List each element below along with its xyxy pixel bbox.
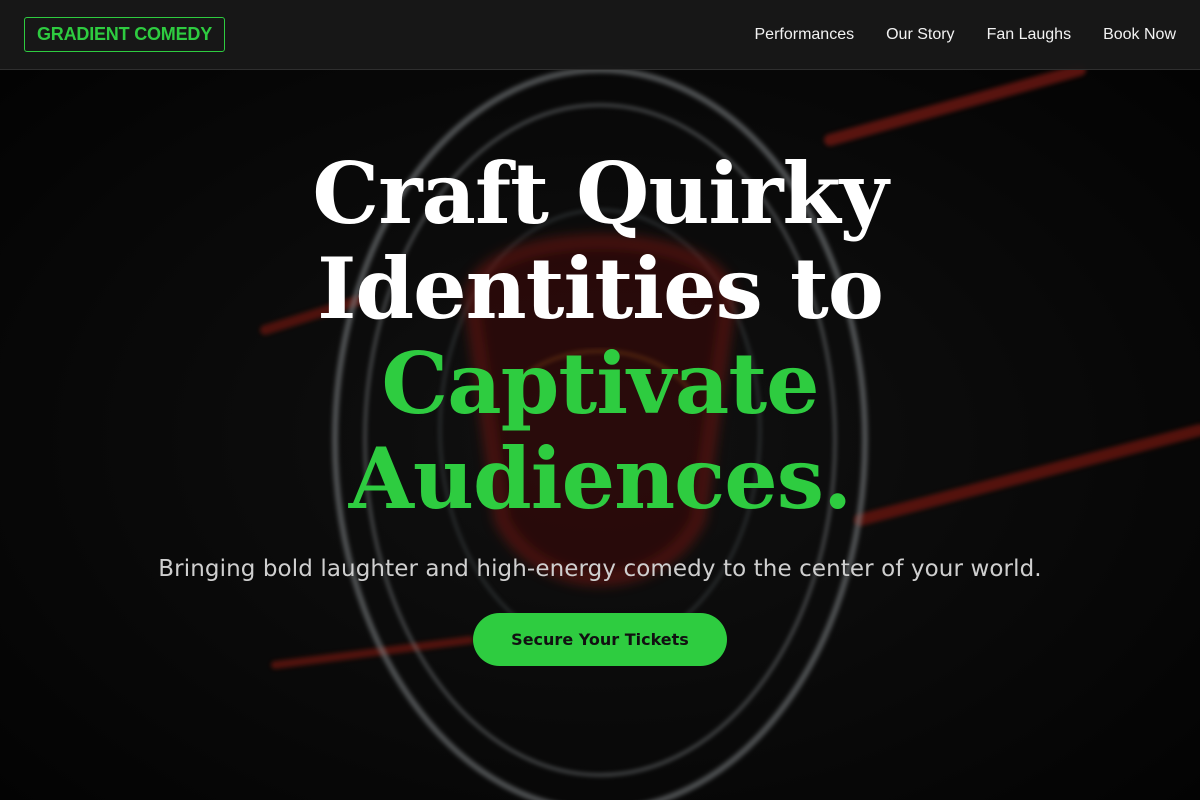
top-navbar: GRADIENT COMEDY Performances Our Story F… xyxy=(0,0,1200,70)
secure-tickets-button[interactable]: Secure Your Tickets xyxy=(473,613,727,666)
hero-section: Craft Quirky Identities to Captivate Aud… xyxy=(0,70,1200,800)
headline-line-3: Captivate xyxy=(381,334,819,433)
nav-link-book-now[interactable]: Book Now xyxy=(1103,26,1176,44)
headline-line-4: Audiences. xyxy=(348,429,853,528)
hero-headline: Craft Quirky Identities to Captivate Aud… xyxy=(0,146,1200,526)
nav-link-fan-laughs[interactable]: Fan Laughs xyxy=(987,26,1072,44)
hero-subtitle: Bringing bold laughter and high-energy c… xyxy=(158,556,1042,582)
nav-links: Performances Our Story Fan Laughs Book N… xyxy=(755,26,1177,44)
nav-link-our-story[interactable]: Our Story xyxy=(886,26,954,44)
headline-line-2: Identities to xyxy=(317,239,884,338)
brand-logo[interactable]: GRADIENT COMEDY xyxy=(24,17,226,52)
nav-link-performances[interactable]: Performances xyxy=(755,26,855,44)
headline-line-1: Craft Quirky xyxy=(312,144,888,243)
